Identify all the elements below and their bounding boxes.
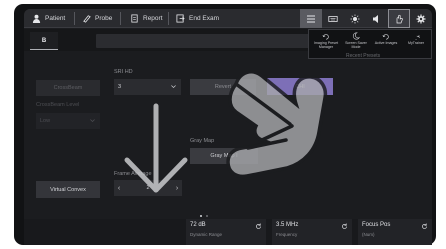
report-button[interactable]: Report	[130, 9, 163, 28]
device-frame: Patient Probe Report End Exam B Imaging …	[0, 0, 446, 249]
page-dot-active	[200, 215, 202, 217]
volume-button[interactable]	[366, 9, 388, 28]
ultrasound-screen: Patient Probe Report End Exam B Imaging …	[24, 9, 432, 245]
patient-button[interactable]: Patient	[32, 9, 65, 28]
images-icon	[382, 34, 389, 40]
gray-map-button[interactable]: Gray Map I	[190, 148, 258, 164]
end-exam-button[interactable]: End Exam	[176, 9, 219, 28]
frequency-value: 3.5 MHz	[276, 222, 299, 228]
probe-label: Probe	[95, 15, 113, 22]
dynamic-range-control[interactable]: 72 dB Dynamic Range	[186, 219, 266, 245]
sri-hd-value: 3	[118, 84, 122, 90]
crossbeam-button[interactable]: CrossBeam	[36, 80, 100, 96]
dynamic-range-label: Dynamic Range	[190, 232, 223, 237]
sri-hd-select[interactable]: 3	[114, 79, 181, 95]
document-icon	[131, 14, 138, 23]
focus-position-label: (Num)	[362, 232, 375, 237]
page-dot	[206, 215, 208, 217]
chevron-down-icon	[90, 119, 95, 123]
frame-average-label: Frame Average	[114, 171, 152, 177]
menu-toggle[interactable]	[300, 9, 322, 28]
imaging-preset-manager-item[interactable]: Imaging Preset Manager	[311, 32, 341, 58]
chevron-down-icon	[171, 85, 176, 89]
imaging-preset-manager-label: Imaging Preset Manager	[313, 41, 339, 50]
sliders-icon	[322, 34, 329, 40]
active-images-label: Active Images	[374, 41, 398, 45]
increment-arrow-icon[interactable]: ›	[172, 185, 182, 192]
keyboard-icon	[328, 15, 338, 22]
focus-position-control[interactable]: Focus Pos (Num)	[358, 219, 432, 245]
frequency-control[interactable]: 3.5 MHz Frequency	[272, 219, 352, 245]
settings-button[interactable]	[410, 9, 432, 28]
frame-average-value: 2	[146, 185, 150, 191]
top-bar: Patient Probe Report End Exam	[24, 9, 432, 28]
hand-icon	[396, 14, 403, 23]
probe-icon	[83, 15, 91, 23]
chi-button[interactable]: CHI	[267, 78, 333, 95]
divider	[168, 12, 169, 25]
divider	[120, 12, 121, 25]
brightness-button[interactable]	[344, 9, 366, 28]
recent-presets-heading: Recent Presets	[346, 53, 381, 59]
screen-saver-mode-label: Screen Saver Mode	[345, 41, 367, 50]
probe-button[interactable]: Probe	[82, 9, 112, 28]
gear-icon	[416, 14, 426, 23]
virtual-convex-button[interactable]: Virtual Convex	[36, 181, 100, 198]
sun-icon	[350, 14, 360, 23]
mytrainer-label: MyTrainer	[407, 41, 425, 45]
moon-icon	[352, 32, 360, 40]
crossbeam-level-select[interactable]: Low	[36, 113, 100, 129]
decrement-arrow-icon[interactable]: ‹	[114, 185, 124, 192]
crossbeam-level-label: CrossBeam Level	[36, 102, 80, 108]
frame-average-stepper[interactable]: ‹ 2 ›	[114, 180, 182, 196]
frequency-label: Frequency	[276, 232, 298, 237]
tab-area	[96, 34, 311, 48]
revert-button[interactable]: Revert	[190, 79, 256, 95]
focus-position-value: Focus Pos	[362, 222, 391, 228]
list-icon	[307, 15, 315, 22]
bottom-control-bar: 72 dB Dynamic Range 3.5 MHz Frequency Fo…	[24, 219, 432, 245]
trainer-icon	[415, 35, 420, 40]
page-indicator	[200, 215, 208, 217]
end-exam-label: End Exam	[189, 15, 219, 22]
touch-mode-button[interactable]	[388, 9, 410, 28]
mytrainer-item[interactable]: MyTrainer	[401, 32, 431, 58]
reset-icon[interactable]	[341, 223, 348, 230]
person-icon	[32, 14, 41, 23]
report-label: Report	[143, 15, 163, 22]
sri-hd-label: SRI HD	[114, 69, 133, 75]
end-exam-icon	[176, 14, 185, 23]
patient-label: Patient	[45, 15, 66, 22]
tab-b-mode[interactable]: B	[30, 32, 58, 50]
crossbeam-level-value: Low	[40, 118, 51, 124]
keyboard-button[interactable]	[322, 9, 344, 28]
reset-icon[interactable]	[421, 223, 428, 230]
reset-icon[interactable]	[255, 223, 262, 230]
dynamic-range-value: 72 dB	[190, 222, 206, 228]
divider	[74, 12, 75, 25]
gray-map-label: Gray Map	[190, 138, 215, 144]
speaker-icon	[373, 14, 378, 23]
